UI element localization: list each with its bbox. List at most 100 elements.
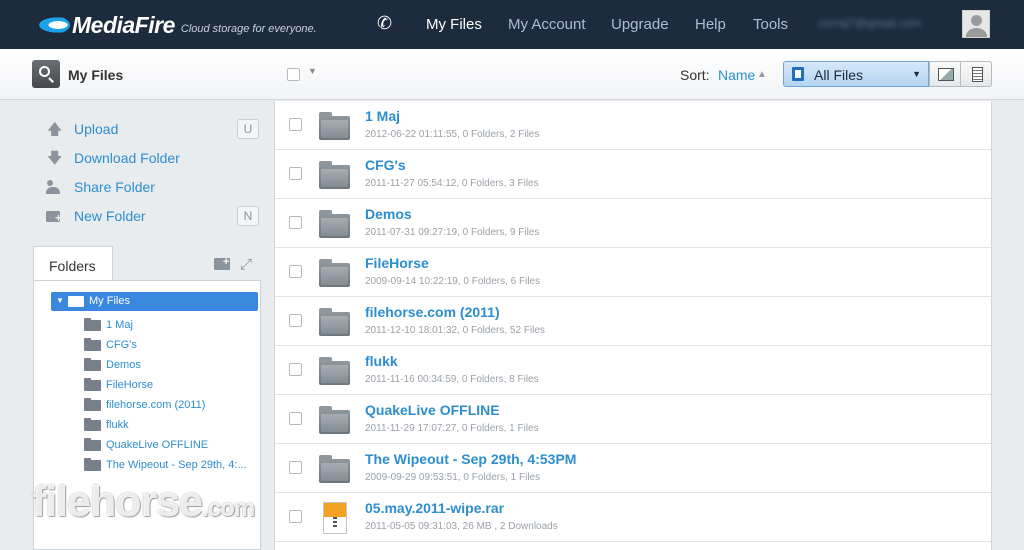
- nav-help[interactable]: Help: [695, 16, 726, 33]
- nav-my-account[interactable]: My Account: [508, 16, 586, 33]
- thumbnail-view-button[interactable]: [929, 61, 961, 87]
- file-name[interactable]: The Wipeout - Sep 29th, 4:53PM: [365, 451, 576, 467]
- new-folder-shortcut-key: N: [237, 206, 259, 226]
- share-folder-label: Share Folder: [74, 179, 155, 195]
- file-row[interactable]: The Wipeout - Sep 29th, 4:53PM 2009-09-2…: [275, 444, 991, 493]
- file-row[interactable]: filehorse.com (2011) 2011-12-10 18:01:32…: [275, 297, 991, 346]
- row-checkbox[interactable]: [289, 363, 302, 376]
- expand-icon[interactable]: ⤢: [240, 256, 252, 273]
- file-name[interactable]: flukk: [365, 353, 398, 369]
- sort-label: Sort:: [680, 67, 710, 83]
- folder-icon: [319, 210, 350, 238]
- file-meta: 2011-07-31 09:27:19, 0 Folders, 9 Files: [365, 227, 540, 238]
- file-name[interactable]: 1 Maj: [365, 108, 400, 124]
- file-row[interactable]: flukk 2011-11-16 00:34:59, 0 Folders, 8 …: [275, 346, 991, 395]
- sort-ascending-icon[interactable]: ▲: [757, 69, 767, 80]
- tree-collapse-icon[interactable]: ▼: [56, 296, 64, 305]
- row-checkbox[interactable]: [289, 167, 302, 180]
- user-avatar[interactable]: [962, 10, 990, 38]
- file-row[interactable]: FileHorse 2009-09-14 10:22:19, 0 Folders…: [275, 248, 991, 297]
- toolbar: My Files ▼ Sort: Name ▲ All Files ▼: [0, 49, 1024, 100]
- tree-item-label: 1 Maj: [106, 319, 133, 331]
- new-folder-label: New Folder: [74, 208, 146, 224]
- file-row[interactable]: Demos 2011-07-31 09:27:19, 0 Folders, 9 …: [275, 199, 991, 248]
- chevron-down-icon: ▼: [912, 69, 921, 79]
- folder-icon: [84, 337, 101, 351]
- folder-icon: [319, 259, 350, 287]
- download-folder-label: Download Folder: [74, 150, 180, 166]
- tree-item[interactable]: Demos: [84, 357, 141, 373]
- file-row[interactable]: CFG's 2011-11-27 05:54:12, 0 Folders, 3 …: [275, 150, 991, 199]
- new-folder-icon: [46, 208, 62, 225]
- row-checkbox[interactable]: [289, 314, 302, 327]
- logo-text: MediaFire: [72, 11, 175, 38]
- file-row[interactable]: 1 Maj 2012-06-22 01:11:55, 0 Folders, 2 …: [275, 101, 991, 150]
- folder-icon: [84, 437, 101, 451]
- folder-icon: [84, 377, 101, 391]
- flame-logo-icon: [36, 14, 70, 36]
- download-arrow-icon: [46, 148, 62, 173]
- top-nav-bar: MediaFire Cloud storage for everyone. ✆ …: [0, 0, 1024, 49]
- list-view-button[interactable]: [960, 61, 992, 87]
- row-checkbox[interactable]: [289, 510, 302, 523]
- document-icon: [792, 67, 804, 81]
- watermark-main: filehorse: [32, 478, 203, 526]
- tree-item[interactable]: The Wipeout - Sep 29th, 4:...: [84, 457, 247, 473]
- tab-folders[interactable]: Folders: [33, 246, 113, 281]
- file-name[interactable]: FileHorse: [365, 255, 429, 271]
- mediafire-logo[interactable]: MediaFire Cloud storage for everyone.: [36, 10, 317, 40]
- folder-icon: [319, 161, 350, 189]
- file-name[interactable]: QuakeLive OFFLINE: [365, 402, 500, 418]
- file-meta: 2011-05-05 09:31:03, 26 MB , 2 Downloads: [365, 521, 558, 532]
- file-list: 1 Maj 2012-06-22 01:11:55, 0 Folders, 2 …: [274, 101, 992, 550]
- nav-upgrade[interactable]: Upgrade: [611, 16, 669, 33]
- folder-icon: [84, 417, 101, 431]
- file-name[interactable]: CFG's: [365, 157, 406, 173]
- tree-root-label: My Files: [89, 295, 130, 307]
- tree-item[interactable]: QuakeLive OFFLINE: [84, 437, 208, 453]
- row-checkbox[interactable]: [289, 118, 302, 131]
- select-all-checkbox[interactable]: [287, 68, 300, 81]
- watermark-suffix: .com: [202, 495, 255, 522]
- tree-item-label: CFG's: [106, 339, 137, 351]
- select-options-chevron-down-icon[interactable]: ▼: [308, 66, 317, 76]
- tree-item[interactable]: 1 Maj: [84, 317, 133, 333]
- nav-tools[interactable]: Tools: [753, 16, 788, 33]
- upload-action[interactable]: Upload: [46, 119, 118, 144]
- share-users-icon: [46, 179, 62, 195]
- tree-item[interactable]: FileHorse: [84, 377, 153, 393]
- file-row[interactable]: 05.may.2011-wipe.rar 2011-05-05 09:31:03…: [275, 493, 991, 542]
- tree-item-label: Demos: [106, 359, 141, 371]
- image-icon: [938, 68, 954, 81]
- add-folder-icon[interactable]: [214, 256, 230, 270]
- row-checkbox[interactable]: [289, 412, 302, 425]
- new-folder-action[interactable]: New Folder: [46, 206, 146, 226]
- row-checkbox[interactable]: [289, 265, 302, 278]
- file-name[interactable]: filehorse.com (2011): [365, 304, 500, 320]
- row-checkbox[interactable]: [289, 461, 302, 474]
- share-folder-action[interactable]: Share Folder: [46, 177, 155, 197]
- account-email[interactable]: zorraj7@gmail.com: [818, 16, 922, 30]
- tree-item-label: FileHorse: [106, 379, 154, 391]
- nav-my-files[interactable]: My Files: [426, 16, 482, 33]
- file-row[interactable]: QuakeLive OFFLINE 2011-11-29 17:07:27, 0…: [275, 395, 991, 444]
- tree-root-my-files[interactable]: ▼ My Files: [51, 292, 258, 311]
- file-meta: 2009-09-14 10:22:19, 0 Folders, 6 Files: [365, 276, 541, 287]
- file-meta: 2011-11-27 05:54:12, 0 Folders, 3 Files: [365, 178, 539, 189]
- download-folder-action[interactable]: Download Folder: [46, 148, 180, 173]
- file-name[interactable]: Demos: [365, 206, 412, 222]
- tree-item[interactable]: filehorse.com (2011): [84, 397, 205, 413]
- file-name[interactable]: 05.may.2011-wipe.rar: [365, 500, 504, 516]
- folder-icon: [84, 317, 101, 331]
- tree-item-label: filehorse.com (2011): [106, 399, 206, 411]
- tree-item[interactable]: CFG's: [84, 337, 137, 353]
- filehorse-watermark: filehorse.com: [32, 478, 255, 527]
- file-filter-dropdown[interactable]: All Files ▼: [783, 61, 929, 87]
- tree-item[interactable]: flukk: [84, 417, 129, 433]
- row-checkbox[interactable]: [289, 216, 302, 229]
- sort-by-name-link[interactable]: Name: [718, 67, 755, 83]
- upload-shortcut-key: U: [237, 119, 259, 139]
- file-meta: 2011-11-29 17:07:27, 0 Folders, 1 Files: [365, 423, 539, 434]
- phone-icon[interactable]: ✆: [377, 13, 392, 34]
- search-button[interactable]: [32, 60, 60, 88]
